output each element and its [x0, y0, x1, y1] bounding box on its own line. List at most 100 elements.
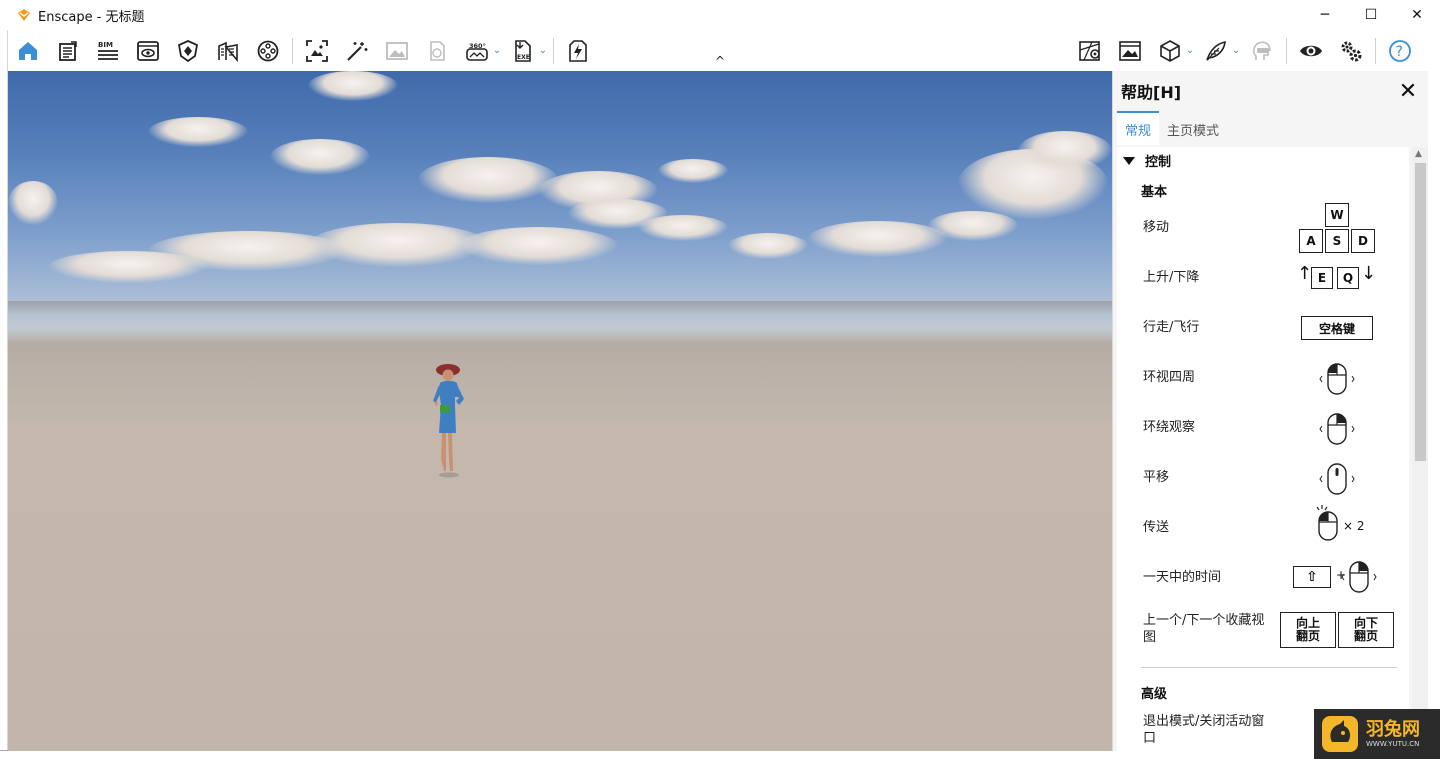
help-button[interactable]: ?	[1380, 31, 1420, 71]
section-divider	[1141, 667, 1397, 668]
home-button[interactable]	[8, 31, 48, 71]
cloud	[1018, 131, 1112, 171]
key-d: D	[1351, 229, 1375, 253]
tab-home-mode[interactable]: 主页模式	[1159, 120, 1227, 145]
svg-text:EXE: EXE	[517, 54, 530, 61]
minimize-button[interactable]: ─	[1302, 0, 1348, 30]
mouse-middle-drag-icon	[1319, 463, 1355, 495]
cloud	[8, 181, 58, 225]
magic-wand-icon	[347, 41, 368, 61]
cloud	[270, 139, 370, 175]
image-library-icon	[1119, 40, 1141, 61]
visual-settings-icon	[1300, 45, 1322, 56]
watermark-url: WWW.YUTU.CN	[1366, 740, 1420, 748]
key-shift: ⇧	[1293, 566, 1331, 588]
window-title: Enscape - 无标题	[38, 9, 145, 25]
panorama-icon	[430, 40, 445, 61]
background-app-right-edge	[1428, 28, 1440, 759]
settings-button[interactable]	[1331, 31, 1371, 71]
row-teleport-label: 传送	[1143, 520, 1170, 535]
lightning-icon	[569, 39, 587, 62]
cloud	[148, 117, 248, 147]
render-viewport[interactable]	[8, 71, 1112, 751]
watermark-name: 羽兔网	[1366, 719, 1420, 740]
double-click-count: × 2	[1343, 519, 1365, 533]
svg-text:?: ?	[1396, 44, 1403, 60]
asset-library-button[interactable]	[1150, 31, 1190, 71]
bim-button[interactable]: BIM	[88, 31, 128, 71]
key-a: A	[1299, 229, 1323, 253]
cloud	[638, 215, 728, 241]
screenshot-icon	[306, 39, 328, 62]
settings-gears-icon	[1341, 41, 1362, 61]
key-space: 空格键	[1301, 316, 1373, 340]
eye-window-icon	[137, 40, 159, 61]
svg-text:BIM: BIM	[98, 41, 113, 49]
tab-general[interactable]: 常规	[1117, 111, 1160, 145]
toolbar-separator	[1375, 37, 1376, 64]
background-app-left-edge	[0, 28, 8, 759]
export-exe-button[interactable]: EXE	[503, 31, 543, 71]
visual-settings-button[interactable]	[1291, 31, 1331, 71]
mouse-time-drag-icon	[1341, 561, 1377, 593]
help-icon: ?	[1389, 39, 1411, 62]
cloud	[808, 221, 948, 257]
image-batch-icon	[386, 41, 408, 60]
controls-section-header[interactable]: 控制	[1123, 151, 1171, 170]
document-button[interactable]	[48, 31, 88, 71]
pano-360-icon: 360°	[466, 42, 488, 61]
toolbar-collapse-caret[interactable]: ^	[705, 52, 735, 70]
background-app-bottom-edge	[0, 750, 1440, 759]
mouse-right-drag-icon	[1319, 413, 1355, 445]
help-panel: 帮助[H] ✕ 常规 主页模式 控制 基本 移动 W A S D 上升/下降 ↑…	[1112, 71, 1428, 751]
row-pan-label: 平移	[1143, 470, 1170, 485]
help-scrollbar[interactable]: ▲	[1412, 147, 1428, 751]
view-window-button[interactable]	[128, 31, 168, 71]
key-e: E	[1311, 267, 1333, 289]
cloud	[728, 233, 808, 259]
vr-button[interactable]	[1242, 31, 1282, 71]
light-view-button[interactable]	[168, 31, 208, 71]
rabbit-logo-icon	[1322, 716, 1358, 752]
row-time-of-day-label: 一天中的时间	[1143, 570, 1222, 585]
pano-360-button[interactable]: 360°	[457, 31, 497, 71]
material-button[interactable]	[1196, 31, 1236, 71]
scroll-up-arrow-icon[interactable]: ▲	[1415, 149, 1422, 159]
panorama-button[interactable]	[417, 31, 457, 71]
horizon-shade	[8, 301, 1112, 315]
image-library-button[interactable]	[1110, 31, 1150, 71]
mouse-double-click-icon	[1316, 505, 1338, 541]
collapse-triangle-icon	[1123, 156, 1135, 165]
home-icon	[19, 41, 37, 60]
cloud	[658, 159, 728, 183]
building-button[interactable]	[208, 31, 248, 71]
cloud	[308, 71, 398, 101]
film-reel-icon	[257, 40, 279, 61]
help-panel-close-button[interactable]: ✕	[1396, 79, 1420, 104]
help-panel-title: 帮助[H]	[1121, 83, 1182, 102]
key-q: Q	[1337, 267, 1359, 289]
basic-heading: 基本	[1141, 185, 1168, 200]
controls-section-title: 控制	[1145, 155, 1172, 170]
screenshot-button[interactable]	[297, 31, 337, 71]
app-root: Enscape - 无标题 ─ ☐ ✕ BIM 360° ⌄ EXE ⌄ ⌄ ⌄…	[0, 0, 1440, 759]
close-window-button[interactable]: ✕	[1394, 0, 1440, 30]
advanced-heading: 高级	[1141, 687, 1168, 702]
maximize-button[interactable]: ☐	[1348, 0, 1394, 30]
row-updown-label: 上升/下降	[1143, 270, 1200, 285]
key-page-down: 向下 翻页	[1338, 612, 1394, 648]
live-update-button[interactable]	[558, 31, 598, 71]
map-button[interactable]	[1070, 31, 1110, 71]
row-favorite-views-label: 上一个/下一个收藏视图	[1143, 613, 1265, 645]
magic-button[interactable]	[337, 31, 377, 71]
scrollbar-thumb[interactable]	[1415, 163, 1426, 461]
batch-render-button[interactable]	[377, 31, 417, 71]
toolbar-separator	[1286, 37, 1287, 64]
person-figure	[433, 364, 464, 478]
row-lookaround-label: 环视四周	[1143, 370, 1196, 385]
enscape-logo-icon	[18, 9, 30, 21]
cloud	[458, 227, 618, 265]
video-button[interactable]	[248, 31, 288, 71]
row-orbit-label: 环绕观察	[1143, 420, 1196, 435]
title-bar: Enscape - 无标题 ─ ☐ ✕	[0, 0, 1440, 30]
